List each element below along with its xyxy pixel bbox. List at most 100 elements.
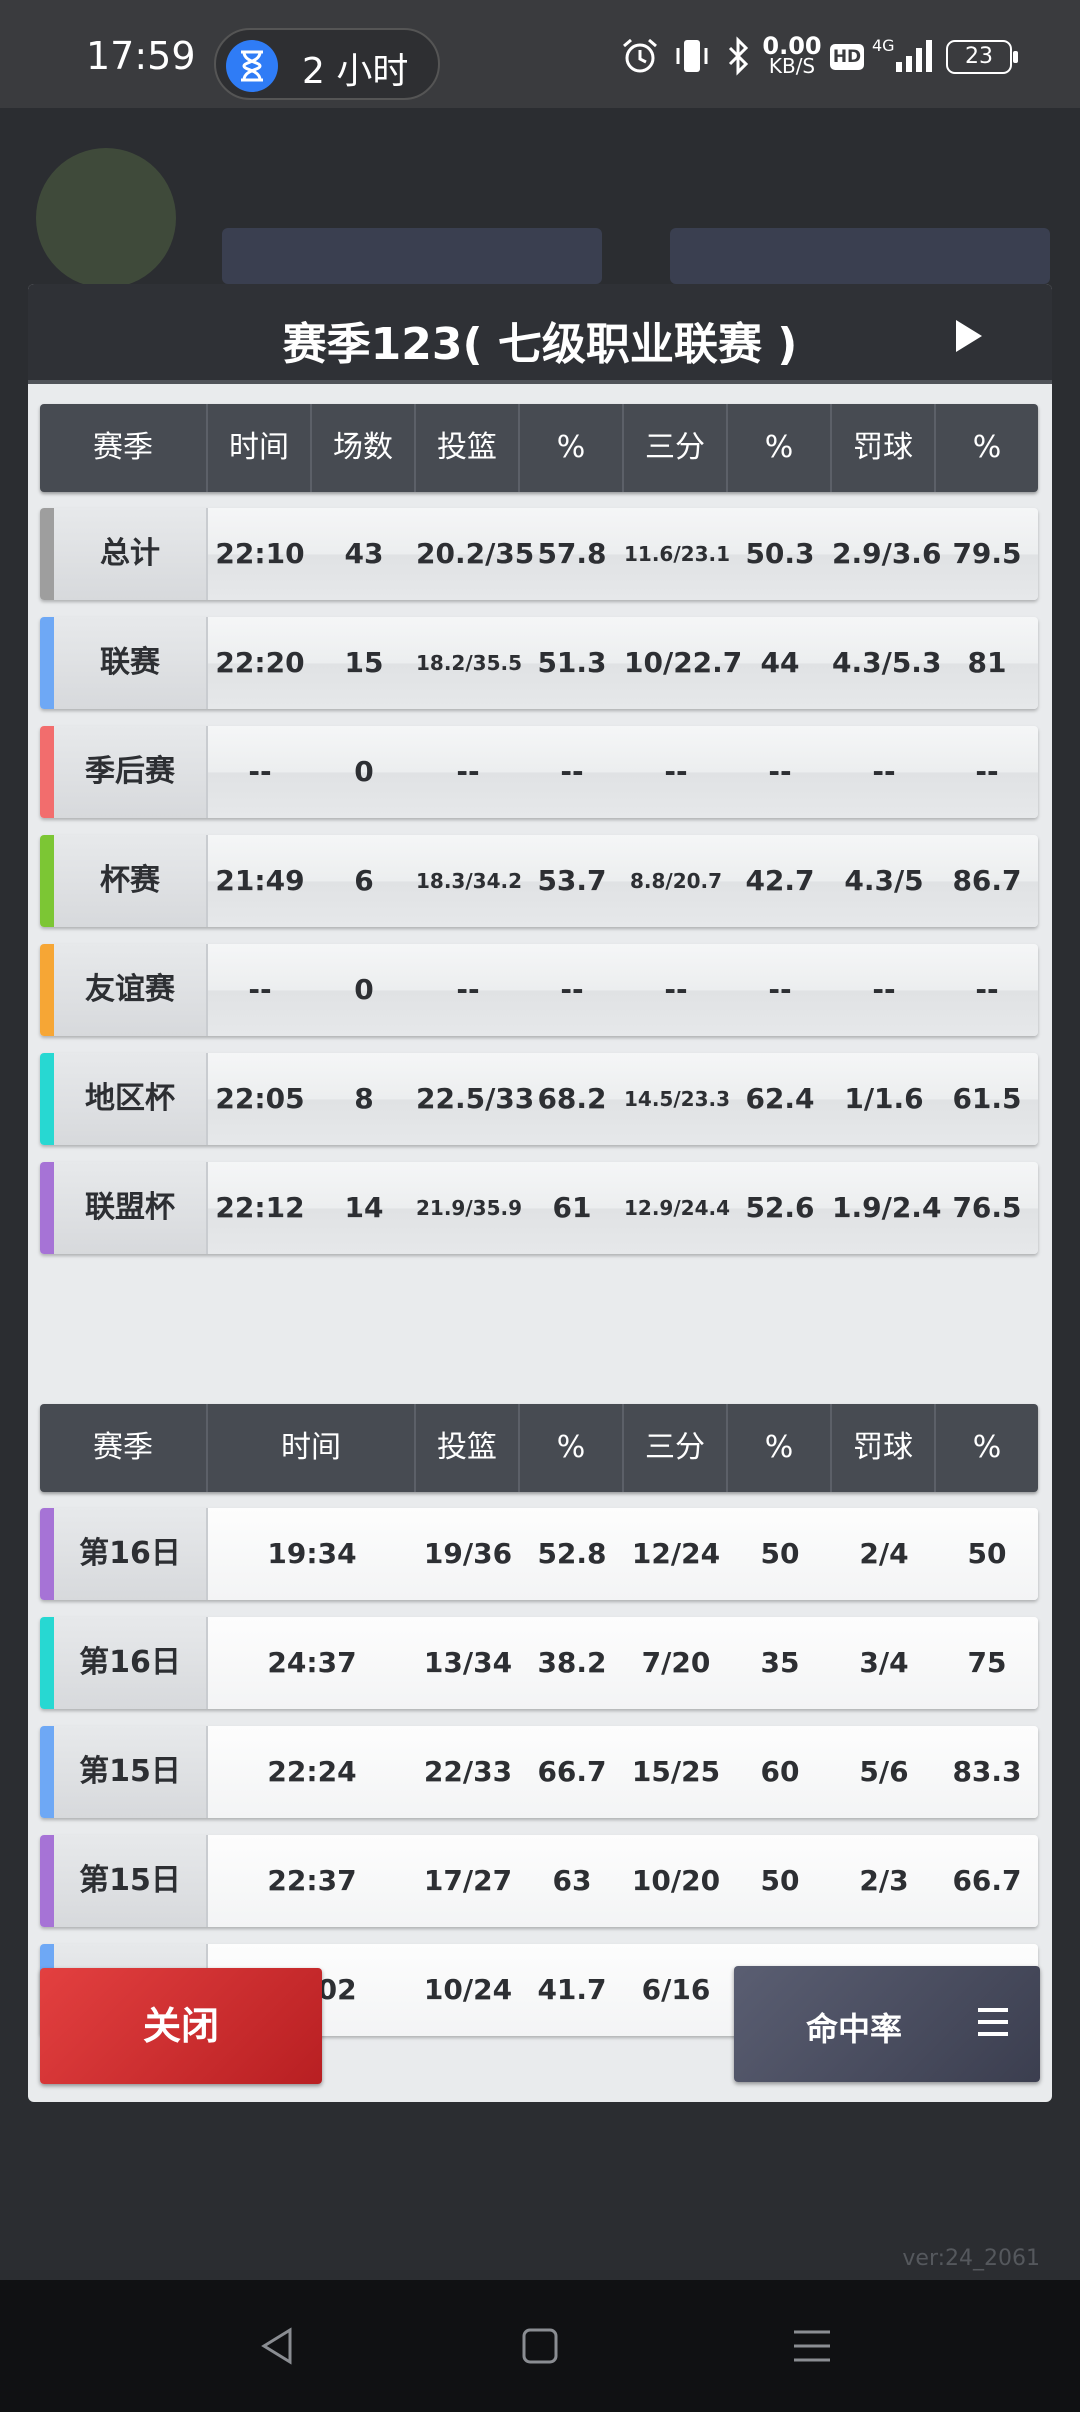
battery-icon: 23 (946, 40, 1018, 74)
game-row[interactable]: 第15日 22:24 22/33 66.7 15/25 60 5/6 83.3 (40, 1726, 1038, 1818)
col-header: 时间 (208, 404, 312, 492)
col-header: % (728, 404, 832, 492)
game-row[interactable]: 第16日 24:37 13/34 38.2 7/20 35 3/4 75 (40, 1617, 1038, 1709)
bluetooth-icon (728, 36, 749, 76)
row-cell: 2.9/3.6 (832, 537, 942, 570)
row-cell: 1.9/2.4 (832, 1191, 942, 1224)
row-cell: 66.7 (952, 1864, 1022, 1897)
row-cell: 68.2 (537, 1082, 607, 1115)
row-cell: -- (456, 755, 480, 788)
col-header: % (728, 1404, 832, 1492)
close-button[interactable]: 关闭 (40, 1968, 322, 2084)
col-header: 三分 (624, 404, 728, 492)
row-label: 联赛 (54, 617, 208, 709)
game-table-header: 赛季 时间 投篮 % 三分 % 罚球 % (40, 1404, 1038, 1492)
row-cell: -- (975, 755, 999, 788)
season-row[interactable]: 杯赛 21:49 6 18.3/34.2 53.7 8.8/20.7 42.7 4.3/5 86… (40, 835, 1038, 927)
row-cell: 12/24 (631, 1537, 721, 1570)
row-cell: 22.5/33 (416, 1082, 535, 1115)
row-cell: 22/33 (423, 1755, 513, 1788)
col-header: 场数 (312, 404, 416, 492)
season-row[interactable]: 联赛 22:20 15 18.2/35.5 51.3 10/22.7 44 4.3/5.3 81 (40, 617, 1038, 709)
row-body: 24:37 13/34 38.2 7/20 35 3/4 75 (208, 1617, 1038, 1709)
row-label: 杯赛 (54, 835, 208, 927)
row-cell: 61.5 (952, 1082, 1022, 1115)
season-row[interactable]: 友谊赛 -- 0 -- -- -- -- -- -- (40, 944, 1038, 1036)
hit-rate-label: 命中率 (806, 2010, 903, 2048)
row-cell: 2/3 (859, 1864, 909, 1897)
row-cell: 61 (552, 1191, 592, 1224)
season-row[interactable]: 季后赛 -- 0 -- -- -- -- -- -- (40, 726, 1038, 818)
play-icon[interactable] (956, 320, 982, 352)
row-color-stripe (40, 1726, 54, 1818)
row-cell: 22:20 (215, 646, 305, 679)
row-cell: 6 (354, 864, 374, 897)
row-cell: 14 (344, 1191, 384, 1224)
row-cell: 0 (354, 973, 374, 1006)
season-row[interactable]: 地区杯 22:05 8 22.5/33 68.2 14.5/23.3 62.4 1/1.6 61… (40, 1053, 1038, 1145)
row-label: 友谊赛 (54, 944, 208, 1036)
col-header: % (972, 430, 1002, 465)
row-cell: 50 (760, 1537, 800, 1570)
row-label: 季后赛 (54, 726, 208, 818)
row-cell: 62.4 (745, 1082, 815, 1115)
col-header: % (520, 1404, 624, 1492)
game-row[interactable]: 第15日 22:37 17/27 63 10/20 50 2/3 66.7 (40, 1835, 1038, 1927)
row-cell: 66.7 (537, 1755, 607, 1788)
stats-modal: 赛季123( 七级职业联赛 ) 赛季 时间 场数 投篮 % 三分 % 罚球 % … (28, 284, 1052, 2102)
game-row[interactable]: 第16日 19:34 19/36 52.8 12/24 50 2/4 50 (40, 1508, 1038, 1600)
row-color-stripe (40, 1162, 54, 1254)
row-cell: 19/36 (423, 1537, 513, 1570)
row-cell: 11.6/23.1 (624, 542, 730, 566)
row-cell: -- (248, 973, 272, 1006)
row-label: 第15日 (54, 1835, 208, 1927)
vibrate-icon (676, 40, 708, 72)
row-cell: 86.7 (952, 864, 1022, 897)
screen-time-pill[interactable]: 2 小时 (214, 28, 440, 100)
row-cell: 0 (354, 755, 374, 788)
season-table-header: 赛季 时间 场数 投篮 % 三分 % 罚球 % (40, 404, 1038, 492)
row-color-stripe (40, 617, 54, 709)
row-cell: 22:05 (215, 1082, 305, 1115)
row-cell: 60 (760, 1755, 800, 1788)
recent-apps-icon[interactable] (790, 2324, 834, 2368)
row-cell: 42.7 (745, 864, 815, 897)
signal-icon (896, 40, 932, 72)
row-cell: 83.3 (952, 1755, 1022, 1788)
col-header: % (520, 404, 624, 492)
row-cell: 12.9/24.4 (624, 1196, 730, 1220)
home-icon[interactable] (518, 2324, 562, 2368)
row-color-stripe (40, 1835, 54, 1927)
row-label: 地区杯 (54, 1053, 208, 1145)
season-row[interactable]: 联盟杯 22:12 14 21.9/35.9 61 12.9/24.4 52.6 1.9/2.… (40, 1162, 1038, 1254)
row-cell: 81 (967, 646, 1007, 679)
network-speed: 0.00 KB/S (762, 32, 822, 78)
row-cell: 10/20 (631, 1864, 721, 1897)
row-cell: 19:34 (267, 1537, 357, 1570)
row-cell: 18.2/35.5 (416, 651, 522, 675)
row-cell: -- (664, 755, 688, 788)
row-cell: -- (872, 755, 896, 788)
hit-rate-button[interactable]: 命中率 (734, 1966, 1040, 2082)
row-label: 联盟杯 (54, 1162, 208, 1254)
row-cell: -- (872, 973, 896, 1006)
row-cell: 10/22.7 (624, 646, 743, 679)
row-cell: -- (560, 973, 584, 1006)
row-cell: 52.8 (537, 1537, 607, 1570)
menu-icon (978, 2008, 1008, 2038)
row-cell: 17/27 (423, 1864, 513, 1897)
row-cell: 22:24 (267, 1755, 357, 1788)
row-color-stripe (40, 944, 54, 1036)
row-cell: 5/6 (859, 1755, 909, 1788)
row-cell: 24:37 (267, 1646, 357, 1679)
row-cell: 53.7 (537, 864, 607, 897)
row-cell: 1/1.6 (844, 1082, 924, 1115)
row-cell: 7/20 (641, 1646, 711, 1679)
row-label: 总计 (54, 508, 208, 600)
back-icon[interactable] (256, 2324, 300, 2368)
version-label: ver:24_2061 (902, 2246, 1040, 2271)
season-row[interactable]: 总计 22:10 43 20.2/35 57.8 11.6/23.1 50.3 2.9/3.6… (40, 508, 1038, 600)
row-cell: 4.3/5.3 (832, 646, 942, 679)
row-cell: 22:37 (267, 1864, 357, 1897)
row-body: 19:34 19/36 52.8 12/24 50 2/4 50 (208, 1508, 1038, 1600)
